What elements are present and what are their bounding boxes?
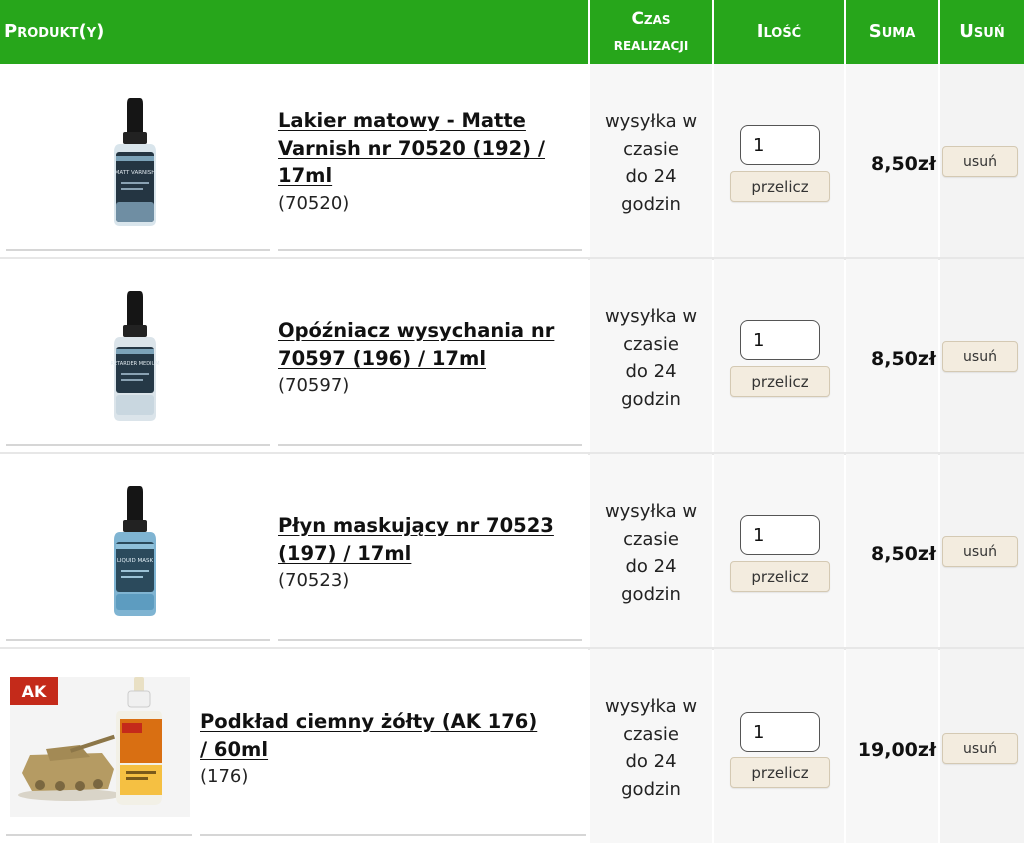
divider (278, 444, 582, 446)
cart-row: AK Podkład ciemny żółty (AK 176) / 60ml … (0, 649, 1024, 843)
quantity-input[interactable] (740, 515, 820, 555)
product-name-line: Podkład ciemny żółty (AK 176) (200, 710, 538, 733)
shipping-line: czasie (623, 528, 679, 550)
cart-row: RETARDER MEDIUM Opóźniacz wysychania nr … (0, 259, 1024, 455)
product-image[interactable]: MATT VARNISH (108, 98, 162, 228)
shipping-line: do 24 (625, 361, 677, 382)
shipping-line: godzin (621, 778, 681, 800)
divider (6, 444, 270, 446)
divider (200, 834, 586, 836)
bottle-label: MATT VARNISH (115, 170, 156, 176)
shipping-line: wysyłka w (604, 306, 698, 327)
cart-header: Produkt(y) Czas realizacji Ilość Suma Usu… (0, 0, 1024, 64)
remove-button[interactable]: usuń (942, 341, 1018, 372)
item-total-price: 19,00zł (857, 739, 936, 761)
recalculate-button[interactable]: przelicz (730, 366, 830, 397)
remove-button[interactable]: usuń (942, 146, 1018, 177)
cart-row: LIQUID MASK Płyn maskujący nr 70523 (197… (0, 454, 1024, 650)
shipping-line: czasie (623, 333, 679, 355)
product-name-line: 70597 (196) / 17ml (278, 346, 486, 370)
shipping-line: czasie (623, 723, 679, 745)
shipping-line: do 24 (625, 166, 677, 187)
cart-row: MATT VARNISH Lakier matowy - Matte Varni… (0, 64, 1024, 260)
bottle-label: LIQUID MASK (117, 558, 154, 564)
remove-button[interactable]: usuń (942, 733, 1018, 764)
product-name-line: (197) / 17ml (278, 541, 412, 565)
shipping-line: wysyłka w (604, 696, 698, 717)
bottle-label: AK (22, 682, 47, 701)
product-code: (70523) (278, 570, 350, 591)
product-image[interactable]: AK (10, 677, 190, 817)
product-name-line: / 60ml (200, 737, 269, 761)
shipping-time: wysyłka w czasie do 24 godzin (590, 303, 712, 413)
product-name-line: Lakier matowy - Matte (278, 109, 526, 132)
divider (6, 834, 192, 836)
product-name-line: 17ml (278, 164, 333, 187)
product-name-link[interactable]: Opóźniacz wysychania nr 70597 (196) / 17… (278, 317, 578, 372)
divider (6, 249, 270, 251)
item-total-price: 8,50zł (871, 348, 936, 370)
recalculate-button[interactable]: przelicz (730, 171, 830, 202)
cart-table: Produkt(y) Czas realizacji Ilość Suma Usu… (0, 0, 1024, 843)
shipping-line: wysyłka w (604, 111, 698, 132)
product-code: (70520) (278, 193, 350, 214)
header-lead-time-line1: Czas (631, 9, 671, 29)
product-name-line: Płyn maskujący nr 70523 (278, 514, 554, 537)
shipping-line: wysyłka w (604, 501, 698, 522)
product-image[interactable]: RETARDER MEDIUM (108, 291, 162, 423)
product-name-link[interactable]: Płyn maskujący nr 70523 (197) / 17ml (278, 512, 578, 567)
remove-button[interactable]: usuń (942, 536, 1018, 567)
divider (278, 249, 582, 251)
product-code: (70597) (278, 375, 350, 396)
divider (278, 639, 582, 641)
quantity-input[interactable] (740, 320, 820, 360)
divider (6, 639, 270, 641)
shipping-time: wysyłka w czasie do 24 godzin (590, 108, 712, 218)
header-lead-time-line2: realizacji (613, 35, 689, 55)
quantity-input[interactable] (740, 712, 820, 752)
product-name-link[interactable]: Lakier matowy - Matte Varnish nr 70520 (… (278, 107, 578, 190)
quantity-input[interactable] (740, 125, 820, 165)
header-remove: Usuń (940, 0, 1024, 64)
header-lead-time: Czas realizacji (590, 0, 712, 64)
shipping-line: do 24 (625, 556, 677, 577)
shipping-line: do 24 (625, 751, 677, 772)
bottle-label: RETARDER MEDIUM (110, 361, 159, 367)
recalculate-button[interactable]: przelicz (730, 757, 830, 788)
shipping-line: godzin (621, 388, 681, 410)
item-total-price: 8,50zł (871, 153, 936, 175)
product-name-link[interactable]: Podkład ciemny żółty (AK 176) / 60ml (200, 708, 580, 763)
shipping-time: wysyłka w czasie do 24 godzin (590, 498, 712, 608)
shipping-line: godzin (621, 193, 681, 215)
header-quantity: Ilość (714, 0, 844, 64)
product-image[interactable]: LIQUID MASK (108, 486, 162, 618)
header-product: Produkt(y) (0, 0, 588, 64)
product-name-line: Opóźniacz wysychania nr (278, 319, 555, 342)
shipping-line: czasie (623, 138, 679, 160)
shipping-line: godzin (621, 583, 681, 605)
shipping-time: wysyłka w czasie do 24 godzin (590, 693, 712, 803)
product-code: (176) (200, 766, 249, 787)
product-name-line: Varnish nr 70520 (192) / (278, 136, 546, 160)
header-total: Suma (846, 0, 938, 64)
item-total-price: 8,50zł (871, 543, 936, 565)
recalculate-button[interactable]: przelicz (730, 561, 830, 592)
